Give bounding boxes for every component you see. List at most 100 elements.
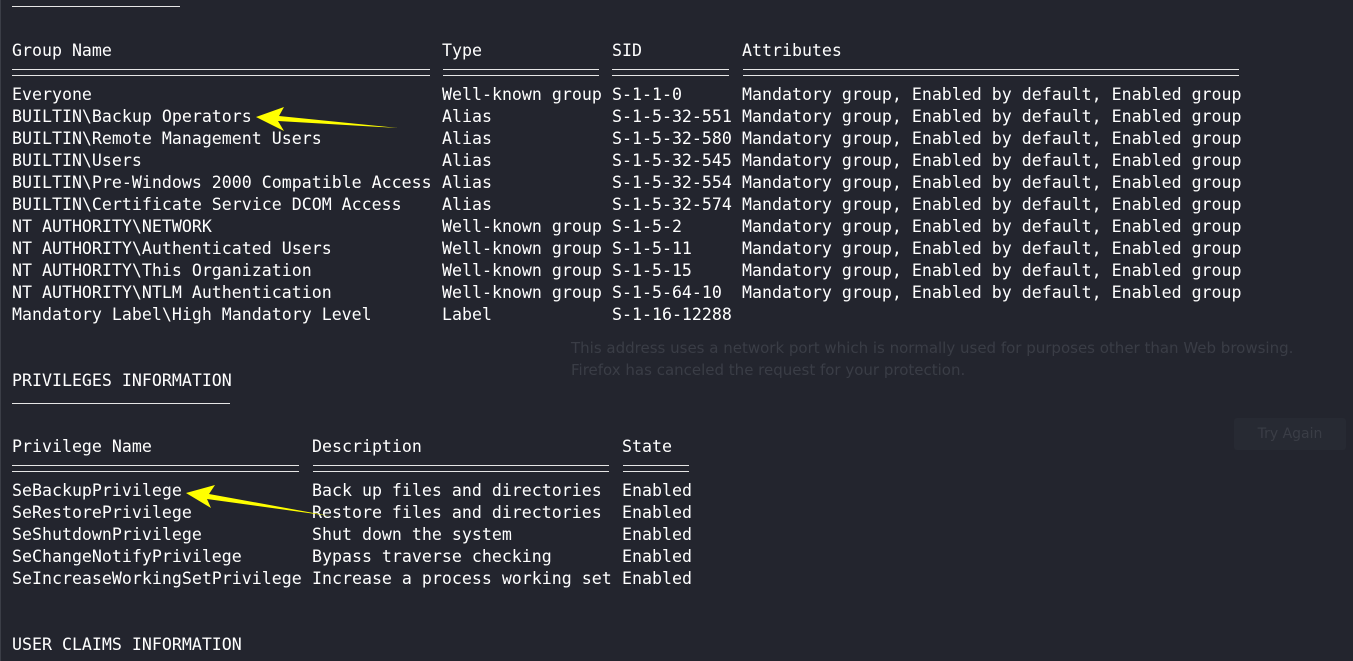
privilege-table-header: Privilege Name Description State <box>12 436 672 458</box>
group-type: Well-known group <box>442 239 602 258</box>
group-type: Alias <box>442 173 492 192</box>
group-type: Alias <box>442 195 492 214</box>
privilege-row: SeChangeNotifyPrivilege Bypass traverse … <box>12 546 692 568</box>
window-edge <box>0 0 1 661</box>
group-sid: S-1-5-32-545 <box>612 151 732 170</box>
group-type: Alias <box>442 151 492 170</box>
background-error-message-line2: Firefox has canceled the request for you… <box>571 361 966 379</box>
group-attributes: Mandatory group, Enabled by default, Ena… <box>742 85 1242 104</box>
group-attributes: Mandatory group, Enabled by default, Ena… <box>742 151 1242 170</box>
group-type: Alias <box>442 129 492 148</box>
group-name-header-rule <box>12 69 430 76</box>
terminal-window[interactable]: This address uses a network port which i… <box>0 0 1353 661</box>
group-name: NT AUTHORITY\NTLM Authentication <box>12 283 332 302</box>
privilege-row: SeIncreaseWorkingSetPrivilege Increase a… <box>12 568 692 590</box>
arrow-sebackupprivilege <box>186 485 330 516</box>
privilege-description-header: Description <box>312 437 422 456</box>
group-attributes-header: Attributes <box>742 41 842 60</box>
privileges-section-title: PRIVILEGES INFORMATION <box>12 371 232 390</box>
group-row: BUILTIN\Certificate Service DCOM Access … <box>12 194 1242 216</box>
group-row: BUILTIN\Users Alias S-1-5-32-545 Mandato… <box>12 150 1242 172</box>
group-table-header: Group Name Type SID Attributes <box>12 40 842 62</box>
privilege-state-header-rule <box>623 465 689 472</box>
group-type: Well-known group <box>442 261 602 280</box>
privilege-description-header-rule <box>313 465 609 472</box>
privilege-state-header: State <box>622 437 672 456</box>
group-attributes-header-rule <box>743 69 1239 76</box>
privilege-name-header: Privilege Name <box>12 437 152 456</box>
group-sid-header-rule <box>612 69 729 76</box>
group-sid: S-1-1-0 <box>612 85 682 104</box>
privilege-name: SeChangeNotifyPrivilege <box>12 547 242 566</box>
group-name: BUILTIN\Certificate Service DCOM Access <box>12 195 402 214</box>
group-attributes: Mandatory group, Enabled by default, Ena… <box>742 107 1242 126</box>
group-name: NT AUTHORITY\This Organization <box>12 261 312 280</box>
claims-section-title: USER CLAIMS INFORMATION <box>12 635 242 654</box>
group-row: NT AUTHORITY\NTLM Authentication Well-kn… <box>12 282 1242 304</box>
privilege-name: SeShutdownPrivilege <box>12 525 202 544</box>
group-sid: S-1-5-64-10 <box>612 283 722 302</box>
group-sid: S-1-5-32-554 <box>612 173 732 192</box>
group-sid: S-1-5-32-574 <box>612 195 732 214</box>
group-type: Well-known group <box>442 85 602 104</box>
group-type: Label <box>442 305 492 324</box>
group-attributes: Mandatory group, Enabled by default, Ena… <box>742 239 1242 258</box>
group-row: BUILTIN\Backup Operators Alias S-1-5-32-… <box>12 106 1242 128</box>
privilege-state: Enabled <box>622 525 692 544</box>
privilege-description: Bypass traverse checking <box>312 547 552 566</box>
group-type: Well-known group <box>442 283 602 302</box>
group-sid-header: SID <box>612 41 642 60</box>
group-row: NT AUTHORITY\Authenticated Users Well-kn… <box>12 238 1242 260</box>
privileges-title-underline <box>12 403 230 404</box>
privilege-row: SeRestorePrivilege Restore files and dir… <box>12 502 692 524</box>
group-type: Well-known group <box>442 217 602 236</box>
privilege-description: Shut down the system <box>312 525 512 544</box>
background-try-again-button: Try Again <box>1234 418 1346 450</box>
privilege-name: SeIncreaseWorkingSetPrivilege <box>12 569 302 588</box>
privilege-name: SeRestorePrivilege <box>12 503 192 522</box>
group-row: NT AUTHORITY\NETWORK Well-known group S-… <box>12 216 1242 238</box>
group-row: Mandatory Label\High Mandatory Level Lab… <box>12 304 732 326</box>
group-sid: S-1-5-15 <box>612 261 692 280</box>
group-attributes: Mandatory group, Enabled by default, Ena… <box>742 261 1242 280</box>
background-error-message-line1: This address uses a network port which i… <box>571 339 1294 357</box>
group-type: Alias <box>442 107 492 126</box>
group-name: BUILTIN\Backup Operators <box>12 107 252 126</box>
group-name: NT AUTHORITY\Authenticated Users <box>12 239 332 258</box>
group-name: BUILTIN\Remote Management Users <box>12 129 322 148</box>
group-name: Everyone <box>12 85 92 104</box>
privilege-row: SeBackupPrivilege Back up files and dire… <box>12 480 692 502</box>
group-type-header-rule <box>443 69 599 76</box>
group-sid: S-1-5-11 <box>612 239 692 258</box>
group-sid: S-1-5-32-551 <box>612 107 732 126</box>
group-sid: S-1-5-32-580 <box>612 129 732 148</box>
privilege-name-header-rule <box>12 465 299 472</box>
group-name: NT AUTHORITY\NETWORK <box>12 217 212 236</box>
group-attributes: Mandatory group, Enabled by default, Ena… <box>742 217 1242 236</box>
group-row: NT AUTHORITY\This Organization Well-know… <box>12 260 1242 282</box>
group-row: BUILTIN\Pre-Windows 2000 Compatible Acce… <box>12 172 1242 194</box>
privilege-row: SeShutdownPrivilege Shut down the system… <box>12 524 692 546</box>
privilege-description: Restore files and directories <box>312 503 602 522</box>
group-row: BUILTIN\Remote Management Users Alias S-… <box>12 128 1242 150</box>
group-row: Everyone Well-known group S-1-1-0 Mandat… <box>12 84 1242 106</box>
privilege-description: Back up files and directories <box>312 481 602 500</box>
group-attributes: Mandatory group, Enabled by default, Ena… <box>742 173 1242 192</box>
group-name-header: Group Name <box>12 41 112 60</box>
group-attributes: Mandatory group, Enabled by default, Ena… <box>742 195 1242 214</box>
section-underline <box>12 6 180 7</box>
privilege-state: Enabled <box>622 481 692 500</box>
group-name: BUILTIN\Users <box>12 151 142 170</box>
group-sid: S-1-16-12288 <box>612 305 732 324</box>
privilege-state: Enabled <box>622 547 692 566</box>
group-type-header: Type <box>442 41 482 60</box>
privilege-state: Enabled <box>622 503 692 522</box>
group-name: BUILTIN\Pre-Windows 2000 Compatible Acce… <box>12 173 432 192</box>
group-attributes: Mandatory group, Enabled by default, Ena… <box>742 283 1242 302</box>
group-sid: S-1-5-2 <box>612 217 682 236</box>
group-name: Mandatory Label\High Mandatory Level <box>12 305 372 324</box>
privilege-description: Increase a process working set <box>312 569 612 588</box>
privilege-name: SeBackupPrivilege <box>12 481 182 500</box>
privilege-state: Enabled <box>622 569 692 588</box>
group-attributes: Mandatory group, Enabled by default, Ena… <box>742 129 1242 148</box>
